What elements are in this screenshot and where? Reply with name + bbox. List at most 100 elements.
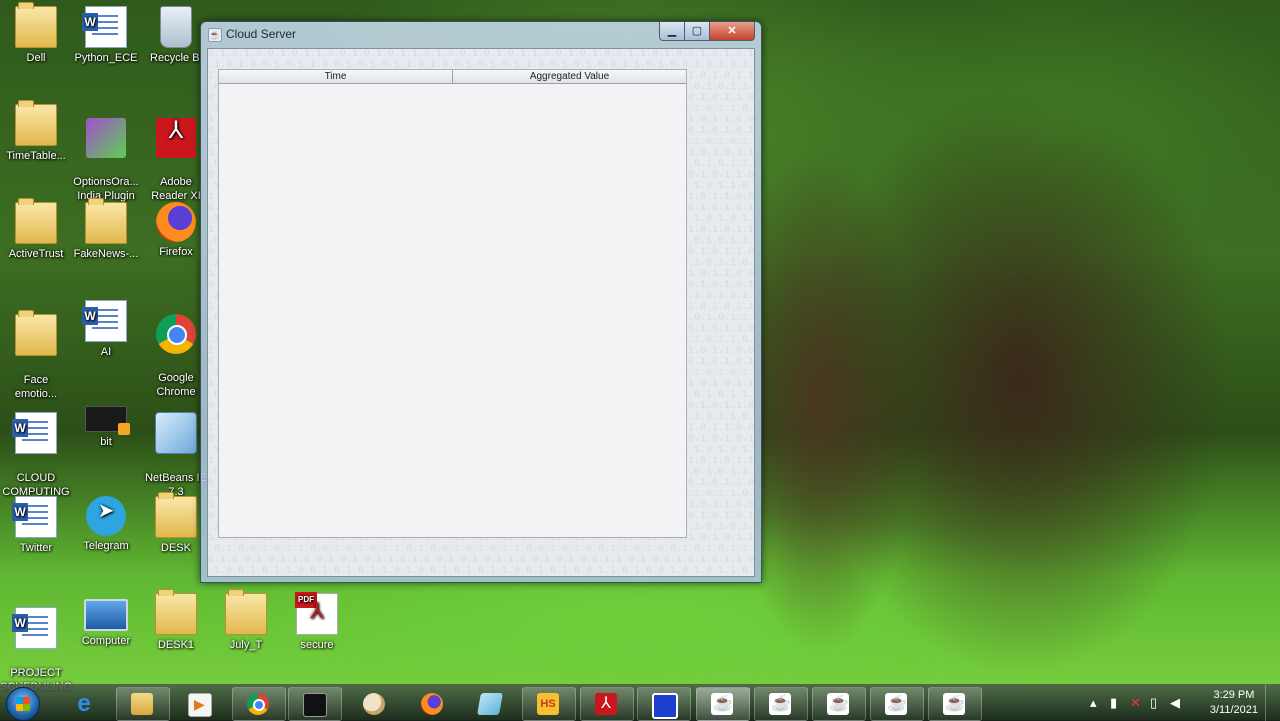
window-titlebar[interactable]: ☕ Cloud Server ▁ ▢ ✕ bbox=[201, 22, 761, 46]
desktop-icon-label: secure bbox=[300, 639, 334, 651]
folder-icon bbox=[155, 492, 197, 538]
file-explorer-icon bbox=[131, 693, 153, 715]
desktop-icon-label: Face emotio... bbox=[14, 374, 58, 400]
desktop-icon-desk1[interactable]: DESK1 bbox=[140, 589, 212, 652]
java-app-icon bbox=[885, 693, 907, 715]
desktop-icon-face-emotion[interactable]: Face emotio... bbox=[0, 300, 72, 401]
taskbar-internet-explorer[interactable]: e bbox=[58, 687, 112, 721]
java-app-icon bbox=[769, 693, 791, 715]
desktop-icon-label: Twitter bbox=[19, 542, 53, 554]
minimize-button[interactable]: ▁ bbox=[659, 22, 685, 41]
video-icon bbox=[85, 406, 130, 435]
desktop-icon-label: Dell bbox=[26, 52, 46, 64]
netbeans-icon bbox=[155, 412, 197, 454]
command-prompt-icon bbox=[303, 693, 327, 717]
column-header-time[interactable]: Time bbox=[219, 70, 453, 83]
system-tray: ▴ ▮ ✕ ▯ ◀ 3:29 PM 3/11/2021 bbox=[1080, 685, 1280, 721]
taskbar-hs-app[interactable]: HS bbox=[522, 687, 576, 721]
sticky-notes-icon bbox=[477, 693, 503, 715]
java-app-icon bbox=[943, 693, 965, 715]
taskbar-java-app-5[interactable] bbox=[928, 687, 982, 721]
folder-icon bbox=[85, 198, 127, 244]
desktop-icon-dell[interactable]: Dell bbox=[0, 2, 72, 65]
maximize-button[interactable]: ▢ bbox=[684, 22, 710, 41]
folder-icon bbox=[225, 589, 267, 635]
desktop-icon-label: Firefox bbox=[159, 246, 193, 258]
aggregated-values-table[interactable]: Time Aggregated Value bbox=[218, 69, 687, 538]
desktop-icon-python-ece[interactable]: Python_ECE bbox=[70, 6, 142, 65]
internet-explorer-icon: e bbox=[77, 690, 91, 717]
desktop-icon-label: Recycle Bi bbox=[150, 52, 202, 64]
desktop-icon-label: bit bbox=[100, 436, 112, 448]
media-player-icon bbox=[188, 693, 212, 717]
window-title: Cloud Server bbox=[226, 27, 297, 41]
taskbar-command-prompt[interactable] bbox=[288, 687, 342, 721]
desktop-icon-label: FakeNews-... bbox=[73, 248, 139, 260]
desktop-icon-label: TimeTable... bbox=[6, 150, 66, 162]
taskbar-file-explorer[interactable] bbox=[116, 687, 170, 721]
volume-icon[interactable]: ◀ bbox=[1170, 695, 1180, 711]
taskbar-chrome[interactable] bbox=[232, 687, 286, 721]
system-clock[interactable]: 3:29 PM 3/11/2021 bbox=[1210, 688, 1258, 718]
desktop-icon-label: CLOUD COMPUTING bbox=[2, 472, 70, 498]
taskbar-acrobat[interactable]: ⅄ bbox=[580, 687, 634, 721]
clock-time: 3:29 PM bbox=[1213, 689, 1255, 701]
pdf-file-icon bbox=[295, 592, 338, 635]
desktop-icon-label: Google Chrome bbox=[156, 372, 196, 398]
taskbar-java-app-2[interactable] bbox=[754, 687, 808, 721]
desktop-icon-fakenews[interactable]: FakeNews-... bbox=[70, 198, 142, 261]
desktop-icon-ai[interactable]: AI bbox=[70, 300, 142, 359]
desktop-icon-secure[interactable]: secure bbox=[281, 592, 353, 652]
taskbar-sticky-notes[interactable] bbox=[464, 687, 518, 721]
firefox-icon bbox=[421, 693, 443, 715]
word-document-icon bbox=[12, 607, 57, 649]
show-desktop-button[interactable] bbox=[1265, 685, 1280, 721]
desktop-icon-timetable[interactable]: TimeTable... bbox=[0, 100, 72, 163]
window-content: 0.1.0.1.0.0.1.0.1.1.0.0.1.0.1.0.1.1.0.1.… bbox=[207, 48, 755, 577]
desktop-icon-label: ActiveTrust bbox=[8, 248, 64, 260]
recycle-bin-icon bbox=[160, 6, 192, 48]
taskbar-media-player[interactable] bbox=[173, 687, 227, 721]
show-hidden-icons-button[interactable]: ▴ bbox=[1090, 695, 1097, 711]
taskbar-java-app-4[interactable] bbox=[870, 687, 924, 721]
desktop-icon-label: DESK bbox=[161, 542, 191, 554]
firefox-icon bbox=[156, 202, 196, 242]
desktop-icon-computer[interactable]: Computer bbox=[70, 593, 142, 648]
plugin-icon bbox=[86, 118, 126, 158]
desktop-icon-telegram[interactable]: Telegram bbox=[70, 496, 142, 553]
start-button[interactable] bbox=[6, 687, 40, 721]
folder-icon bbox=[155, 589, 197, 635]
taskbar-java-app-1[interactable] bbox=[696, 687, 750, 721]
telegram-icon bbox=[86, 496, 126, 536]
desktop-icon-label: Adobe Reader XI bbox=[151, 176, 201, 202]
desktop-icon-twitter[interactable]: Twitter bbox=[0, 496, 72, 555]
column-header-aggregated-value[interactable]: Aggregated Value bbox=[453, 70, 686, 83]
taskbar-firefox[interactable] bbox=[406, 687, 460, 721]
desktop-icon-label: Telegram bbox=[83, 540, 129, 552]
desktop-icon-label: July_T bbox=[229, 639, 263, 651]
taskbar-remote-desktop[interactable] bbox=[637, 687, 691, 721]
clock-date: 3/11/2021 bbox=[1209, 704, 1258, 716]
taskbar-paint[interactable] bbox=[348, 687, 402, 721]
desktop-icon-project-scheduling[interactable]: PROJECT SCHEDULING bbox=[0, 593, 72, 694]
action-center-icon[interactable]: ✕ bbox=[1130, 695, 1141, 711]
desktop-icon-label: AI bbox=[100, 346, 112, 358]
taskbar: e HS ⅄ ▴ ▮ ✕ ▯ ◀ 3:29 PM 3/11/2021 bbox=[0, 684, 1280, 721]
taskbar-java-app-3[interactable] bbox=[812, 687, 866, 721]
paint-icon bbox=[363, 693, 385, 715]
power-icon[interactable]: ▯ bbox=[1150, 695, 1157, 711]
adobe-reader-icon bbox=[156, 118, 196, 158]
network-icon[interactable]: ▮ bbox=[1110, 695, 1117, 711]
desktop-icon-activetrust[interactable]: ActiveTrust bbox=[0, 198, 72, 261]
word-document-icon bbox=[12, 496, 57, 538]
desktop-icon-bit[interactable]: bit bbox=[70, 398, 142, 449]
desktop-icon-cloud-computing[interactable]: CLOUD COMPUTING bbox=[0, 398, 72, 499]
user-folder-icon bbox=[15, 2, 57, 48]
close-button[interactable]: ✕ bbox=[709, 22, 755, 41]
java-app-icon bbox=[827, 693, 849, 715]
chrome-icon bbox=[247, 693, 269, 715]
desktop-icon-july-t[interactable]: July_T bbox=[210, 589, 282, 652]
desktop-icon-optionsoracle[interactable]: OptionsOra... India Plugin bbox=[70, 104, 142, 203]
word-document-icon bbox=[82, 6, 127, 48]
cloud-server-window[interactable]: ☕ Cloud Server ▁ ▢ ✕ 0.1.0.1.0.0.1.0.1.1… bbox=[200, 21, 762, 583]
